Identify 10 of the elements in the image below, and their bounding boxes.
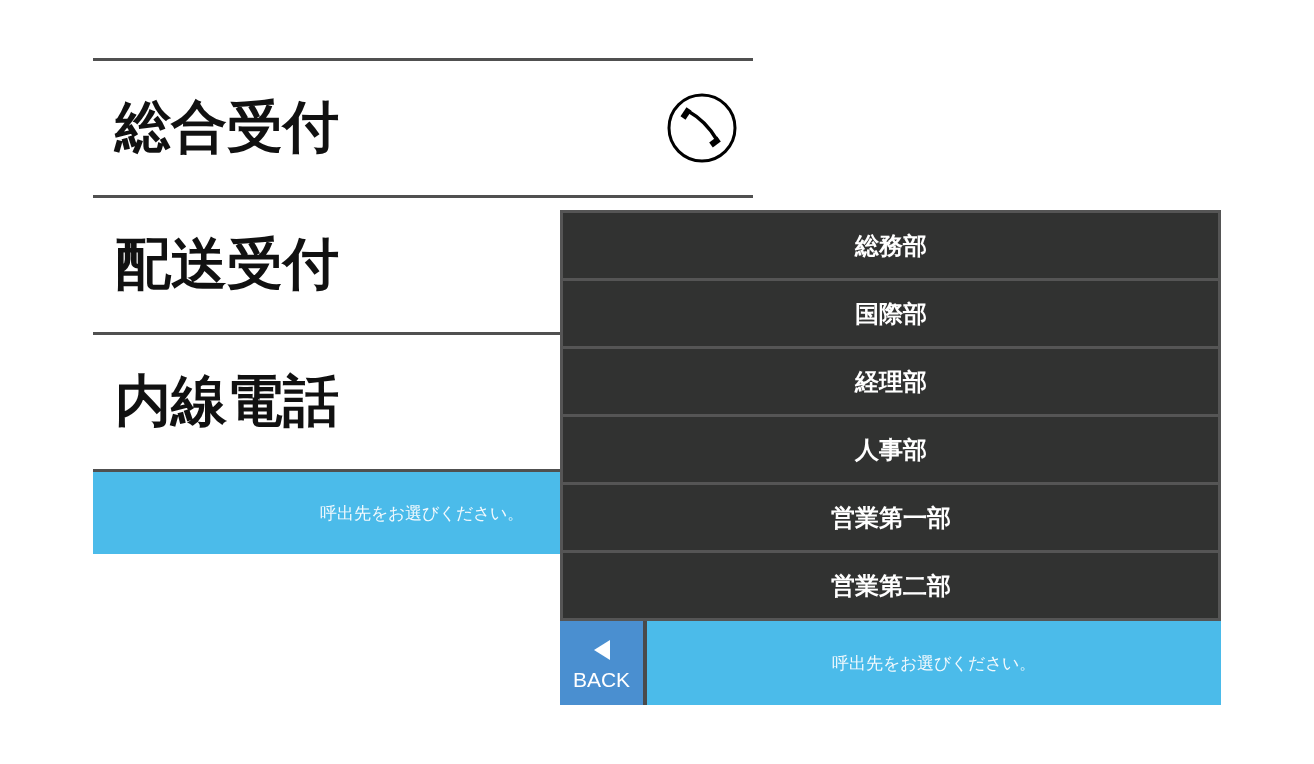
department-item[interactable]: 営業第一部 <box>563 485 1218 550</box>
department-item[interactable]: 営業第二部 <box>563 553 1218 618</box>
department-item[interactable]: 総務部 <box>563 213 1218 278</box>
phone-icon <box>667 93 737 163</box>
status-message: 呼出先をお選びください。 <box>320 501 524 525</box>
left-triangle-icon <box>593 640 610 660</box>
department-item[interactable]: 人事部 <box>563 417 1218 482</box>
department-item[interactable]: 経理部 <box>563 349 1218 414</box>
status-message: 呼出先をお選びください。 <box>832 651 1036 675</box>
department-item[interactable]: 国際部 <box>563 281 1218 346</box>
